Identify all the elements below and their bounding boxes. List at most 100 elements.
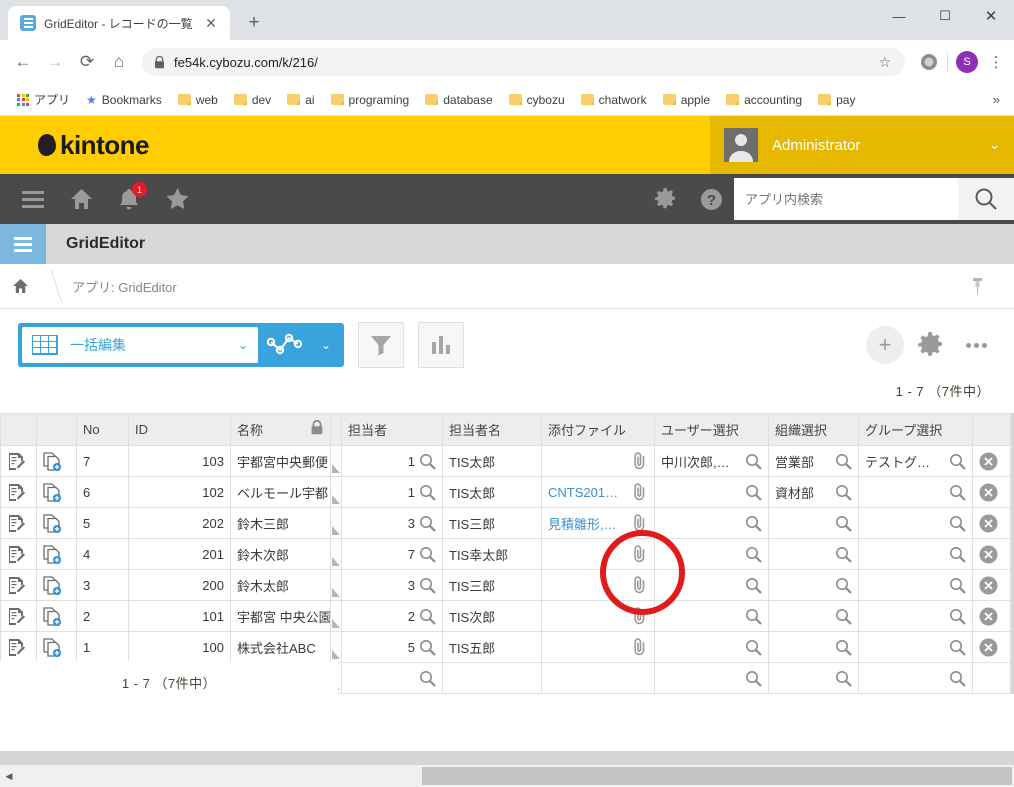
row-resize-handle[interactable] bbox=[330, 600, 342, 632]
table-row[interactable]: 7 103 宇都宮中央郵便 1 TIS太郎 中川次郎,… 営業部 テストグ… bbox=[0, 445, 1011, 477]
cell-no[interactable]: 4 bbox=[76, 538, 129, 570]
cell-name[interactable]: 鈴木三郎 bbox=[230, 507, 331, 539]
attachment-clip-icon[interactable] bbox=[631, 607, 648, 625]
cell-tantomei[interactable]: TIS五郎 bbox=[442, 631, 542, 663]
attachment-clip-icon[interactable] bbox=[631, 638, 648, 656]
cell-user[interactable] bbox=[654, 569, 769, 601]
cell-org[interactable] bbox=[768, 507, 859, 539]
cell-tanto[interactable] bbox=[341, 662, 443, 694]
lookup-icon[interactable] bbox=[419, 670, 436, 687]
lookup-icon[interactable] bbox=[419, 484, 436, 501]
cell-id[interactable]: 102 bbox=[128, 476, 231, 508]
cell-user[interactable]: 中川次郎,… bbox=[654, 445, 769, 477]
gear-icon[interactable] bbox=[642, 174, 688, 224]
more-options-icon[interactable] bbox=[956, 342, 996, 348]
cell-name[interactable]: 鈴木太郎 bbox=[230, 569, 331, 601]
org-picker-icon[interactable] bbox=[835, 639, 852, 656]
cell-tanto[interactable]: 1 bbox=[341, 476, 443, 508]
filter-button[interactable] bbox=[358, 322, 404, 368]
row-delete-button[interactable] bbox=[972, 538, 1011, 570]
cell-org[interactable]: 営業部 bbox=[768, 445, 859, 477]
lookup-icon[interactable] bbox=[419, 515, 436, 532]
scroll-left-arrow[interactable]: ◀ bbox=[0, 771, 18, 782]
browser-tab[interactable]: GridEditor - レコードの一覧 ✕ bbox=[8, 6, 230, 40]
bookmark-item-web[interactable]: web bbox=[171, 91, 225, 109]
row-copy-button[interactable] bbox=[36, 600, 77, 632]
row-delete-button[interactable] bbox=[972, 600, 1011, 632]
forward-icon[interactable]: → bbox=[40, 47, 70, 77]
row-edit-button[interactable] bbox=[0, 569, 37, 601]
user-picker-icon[interactable] bbox=[745, 639, 762, 656]
window-maximize-button[interactable]: ☐ bbox=[922, 0, 968, 32]
cell-id[interactable]: 103 bbox=[128, 445, 231, 477]
group-picker-icon[interactable] bbox=[949, 546, 966, 563]
col-header-tanto[interactable]: 担当者 bbox=[341, 413, 443, 446]
extension-icon[interactable] bbox=[921, 54, 937, 70]
lookup-icon[interactable] bbox=[419, 639, 436, 656]
group-picker-icon[interactable] bbox=[949, 608, 966, 625]
row-delete-button[interactable] bbox=[972, 445, 1011, 477]
cell-name[interactable]: 宇都宮 中央公園 bbox=[230, 600, 331, 632]
cell-tanto[interactable]: 3 bbox=[341, 507, 443, 539]
cell-tantomei[interactable]: TIS次郎 bbox=[442, 600, 542, 632]
user-picker-icon[interactable] bbox=[745, 484, 762, 501]
row-resize-handle[interactable] bbox=[330, 507, 342, 539]
lookup-icon[interactable] bbox=[419, 577, 436, 594]
cell-id[interactable]: 201 bbox=[128, 538, 231, 570]
cell-org[interactable] bbox=[768, 538, 859, 570]
attachment-clip-icon[interactable] bbox=[631, 545, 648, 563]
cell-file[interactable]: 見積雛形,… bbox=[541, 507, 655, 539]
user-picker-icon[interactable] bbox=[745, 670, 762, 687]
cell-tanto[interactable]: 5 bbox=[341, 631, 443, 663]
cell-tanto[interactable]: 2 bbox=[341, 600, 443, 632]
org-picker-icon[interactable] bbox=[835, 608, 852, 625]
row-copy-button[interactable] bbox=[36, 538, 77, 570]
cell-no[interactable]: 3 bbox=[76, 569, 129, 601]
cell-name[interactable]: 鈴木次郎 bbox=[230, 538, 331, 570]
cell-file[interactable] bbox=[541, 662, 655, 694]
lookup-icon[interactable] bbox=[419, 608, 436, 625]
search-button[interactable] bbox=[958, 178, 1014, 220]
cell-user[interactable] bbox=[654, 507, 769, 539]
attachment-clip-icon[interactable] bbox=[631, 514, 648, 532]
cell-file[interactable] bbox=[541, 445, 655, 477]
row-copy-button[interactable] bbox=[36, 507, 77, 539]
cell-org[interactable] bbox=[768, 569, 859, 601]
bookmark-item-apple[interactable]: apple bbox=[656, 91, 717, 109]
cell-tantomei[interactable]: TIS太郎 bbox=[442, 445, 542, 477]
reload-icon[interactable]: ⟳ bbox=[72, 47, 102, 77]
app-settings-gear-icon[interactable] bbox=[910, 332, 950, 358]
chrome-menu-icon[interactable]: ⋮ bbox=[986, 53, 1006, 71]
cell-tantomei[interactable]: TIS三郎 bbox=[442, 507, 542, 539]
cell-org[interactable] bbox=[768, 600, 859, 632]
cell-name[interactable]: ベルモール宇都 bbox=[230, 476, 331, 508]
org-picker-icon[interactable] bbox=[835, 670, 852, 687]
cell-name[interactable]: 宇都宮中央郵便 bbox=[230, 445, 331, 477]
add-record-button[interactable]: + bbox=[866, 326, 904, 364]
lookup-icon[interactable] bbox=[419, 453, 436, 470]
attachment-clip-icon[interactable] bbox=[631, 576, 648, 594]
cell-tantomei[interactable] bbox=[442, 662, 542, 694]
table-row[interactable]: 4 201 鈴木次郎 7 TIS幸太郎 bbox=[0, 538, 1011, 570]
row-delete-button[interactable] bbox=[972, 507, 1011, 539]
attachment-clip-icon[interactable] bbox=[631, 483, 648, 501]
bulk-edit-select[interactable]: 一括編集 ⌄ bbox=[22, 327, 258, 363]
bookmark-item-programing[interactable]: programing bbox=[324, 91, 417, 109]
org-picker-icon[interactable] bbox=[835, 577, 852, 594]
cell-group[interactable]: テストグ… bbox=[858, 445, 973, 477]
table-row[interactable]: 1 100 株式会社ABC 5 TIS五郎 bbox=[0, 631, 1011, 663]
cell-user[interactable] bbox=[654, 662, 769, 694]
hamburger-icon[interactable] bbox=[10, 174, 56, 224]
attachment-clip-icon[interactable] bbox=[631, 452, 648, 470]
cell-id[interactable]: 202 bbox=[128, 507, 231, 539]
row-copy-button[interactable] bbox=[36, 476, 77, 508]
row-resize-handle[interactable] bbox=[330, 631, 342, 663]
row-delete-button[interactable] bbox=[972, 662, 1011, 694]
user-picker-icon[interactable] bbox=[745, 546, 762, 563]
row-edit-button[interactable] bbox=[0, 538, 37, 570]
table-row[interactable]: 6 102 ベルモール宇都 1 TIS太郎 CNTS201… 資材部 bbox=[0, 476, 1011, 508]
col-header-tantomei[interactable]: 担当者名 bbox=[442, 413, 542, 446]
cell-tanto[interactable]: 1 bbox=[341, 445, 443, 477]
lookup-icon[interactable] bbox=[419, 546, 436, 563]
scrollbar-track[interactable] bbox=[18, 765, 1014, 787]
